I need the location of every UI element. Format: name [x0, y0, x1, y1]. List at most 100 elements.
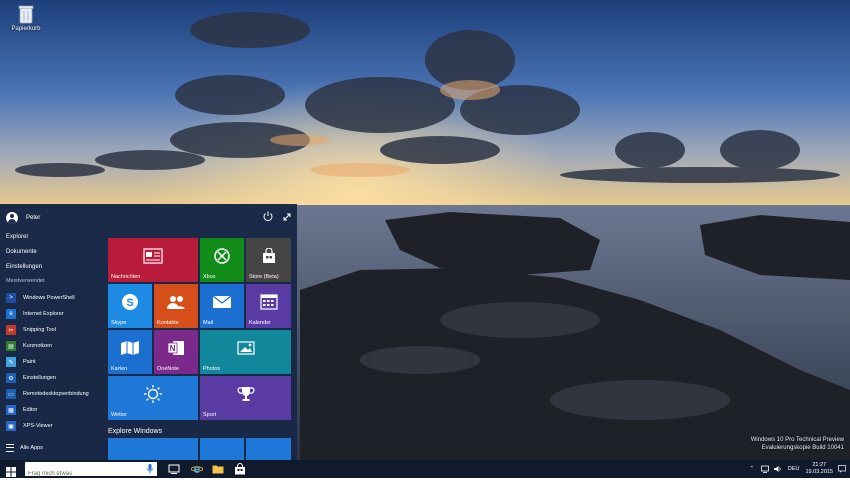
tile-people[interactable]: Kontakte	[154, 284, 198, 328]
user-name: Peter	[26, 215, 41, 221]
file-explorer-taskbar-button[interactable]	[212, 463, 224, 475]
power-icon	[263, 211, 273, 222]
app-item[interactable]: ▤ Kurznotizen	[6, 338, 89, 354]
xps-viewer-icon: ▣	[6, 421, 16, 431]
tile-xbox[interactable]: Xbox	[200, 238, 244, 282]
svg-text:N: N	[170, 344, 176, 353]
people-icon	[154, 284, 198, 320]
microphone-icon[interactable]	[147, 464, 153, 474]
tile-label: OneNote	[157, 366, 180, 372]
tile-label: Xbox	[203, 274, 216, 280]
app-label: Paint	[23, 359, 36, 365]
input-language[interactable]: DEU	[788, 466, 800, 472]
app-item[interactable]: ▭ Remotedesktopverbindung	[6, 386, 89, 402]
clock-date: 19.03.2015	[805, 469, 833, 475]
remote-desktop-icon: ▭	[6, 389, 16, 399]
recycle-bin-label: Papierkorb	[11, 26, 41, 32]
internet-explorer-icon: e	[6, 309, 16, 319]
app-item[interactable]: > Windows PowerShell	[6, 290, 89, 306]
tile-explore-1[interactable]	[108, 438, 198, 460]
tile-label: Kalender	[249, 320, 272, 326]
chevron-up-icon: ⌃	[749, 466, 755, 472]
tile-onenote[interactable]: N OneNote	[154, 330, 198, 374]
tile-label: Photos	[203, 366, 221, 372]
app-item[interactable]: ⚙ Einstellungen	[6, 370, 89, 386]
tile-store[interactable]: Store (Beta)	[246, 238, 291, 282]
power-button[interactable]	[262, 209, 274, 222]
watermark-line-1: Windows 10 Pro Technical Preview	[750, 437, 844, 443]
tile-label: Skype	[111, 320, 127, 326]
user-avatar-icon	[6, 212, 18, 224]
notepad-icon: ▦	[6, 405, 16, 415]
onenote-icon: N	[154, 330, 198, 366]
store-icon	[246, 238, 291, 274]
start-menu-left-pane: Peter Explorer Dokumente Einstellungen M…	[0, 204, 104, 460]
app-item[interactable]: ▣ XPS-Viewer	[6, 418, 89, 434]
user-account[interactable]: Peter	[6, 211, 40, 225]
network-button[interactable]	[760, 465, 769, 473]
place-documents[interactable]: Dokumente	[6, 245, 42, 260]
expand-button[interactable]	[282, 209, 292, 221]
place-settings[interactable]: Einstellungen	[6, 260, 42, 275]
sticky-notes-icon: ▤	[6, 341, 16, 351]
tile-label: Karten	[111, 366, 128, 372]
tile-explore-3[interactable]	[246, 438, 291, 460]
app-item[interactable]: ✎ Paint	[6, 354, 89, 370]
most-used-list: > Windows PowerShell e Internet Explorer ✂…	[6, 290, 89, 434]
paint-icon: ✎	[6, 357, 16, 367]
show-hidden-icons-button[interactable]: ⌃	[748, 465, 756, 473]
clock[interactable]: 21:27 19.03.2015	[805, 462, 833, 476]
app-item[interactable]: ▦ Editor	[6, 402, 89, 418]
place-explorer[interactable]: Explorer	[6, 230, 42, 245]
tile-weather[interactable]: Wetter	[108, 376, 198, 420]
tile-skype[interactable]: S Skype	[108, 284, 152, 328]
tile-label: Mail	[203, 320, 214, 326]
weather-sun-icon	[108, 376, 198, 412]
app-label: Editor	[23, 407, 38, 413]
most-used-label: Meistverwendet	[6, 278, 45, 284]
tile-news[interactable]: Nachrichten	[108, 238, 198, 282]
app-label: Remotedesktopverbindung	[23, 391, 89, 397]
settings-icon: ⚙	[6, 373, 16, 383]
news-icon	[108, 238, 198, 274]
tile-maps[interactable]: Karten	[108, 330, 152, 374]
all-apps-label: Alle Apps	[20, 445, 43, 451]
svg-text:S: S	[126, 297, 133, 309]
photos-icon	[200, 330, 291, 366]
task-view-icon	[168, 464, 180, 474]
xbox-icon	[200, 238, 244, 274]
list-icon	[6, 444, 14, 452]
svg-text:e: e	[194, 463, 201, 475]
app-item[interactable]: ✂ Snipping Tool	[6, 322, 89, 338]
start-menu: Peter Explorer Dokumente Einstellungen M…	[0, 204, 297, 460]
internet-explorer-taskbar-button[interactable]: e	[191, 463, 203, 475]
powershell-icon: >	[6, 293, 16, 303]
tile-label: Nachrichten	[111, 274, 141, 280]
clock-time: 21:27	[812, 462, 827, 468]
trophy-icon	[200, 376, 291, 412]
tile-calendar[interactable]: Kalender	[246, 284, 291, 328]
app-label: Windows PowerShell	[23, 295, 75, 301]
app-item[interactable]: e Internet Explorer	[6, 306, 89, 322]
start-button[interactable]	[6, 464, 16, 477]
volume-button[interactable]	[773, 465, 782, 473]
watermark-line-2: Evaluierungskopie Build 10041	[761, 445, 844, 451]
system-tray: ⌃ DEU 21:27 19.03.2015	[743, 461, 846, 477]
notifications-button[interactable]	[838, 465, 846, 473]
recycle-bin-desktop-icon[interactable]: Papierkorb	[8, 4, 44, 32]
tile-label: Sport	[203, 412, 217, 418]
search-box[interactable]	[25, 462, 157, 481]
tile-mail[interactable]: Mail	[200, 284, 244, 328]
internet-explorer-icon: e	[191, 463, 203, 475]
app-label: Internet Explorer	[23, 311, 64, 317]
all-apps-button[interactable]: Alle Apps	[6, 444, 43, 452]
task-view-button[interactable]	[168, 463, 180, 475]
tile-explore-2[interactable]	[200, 438, 244, 460]
store-taskbar-button[interactable]	[234, 463, 246, 475]
search-input[interactable]	[25, 467, 138, 481]
taskbar: e ⌃ DEU 21:27 19.03.2015	[0, 460, 850, 481]
app-label: Einstellungen	[23, 375, 57, 381]
tile-photos[interactable]: Photos	[200, 330, 291, 374]
tile-sport[interactable]: Sport	[200, 376, 291, 420]
places-list: Explorer Dokumente Einstellungen	[6, 230, 42, 275]
